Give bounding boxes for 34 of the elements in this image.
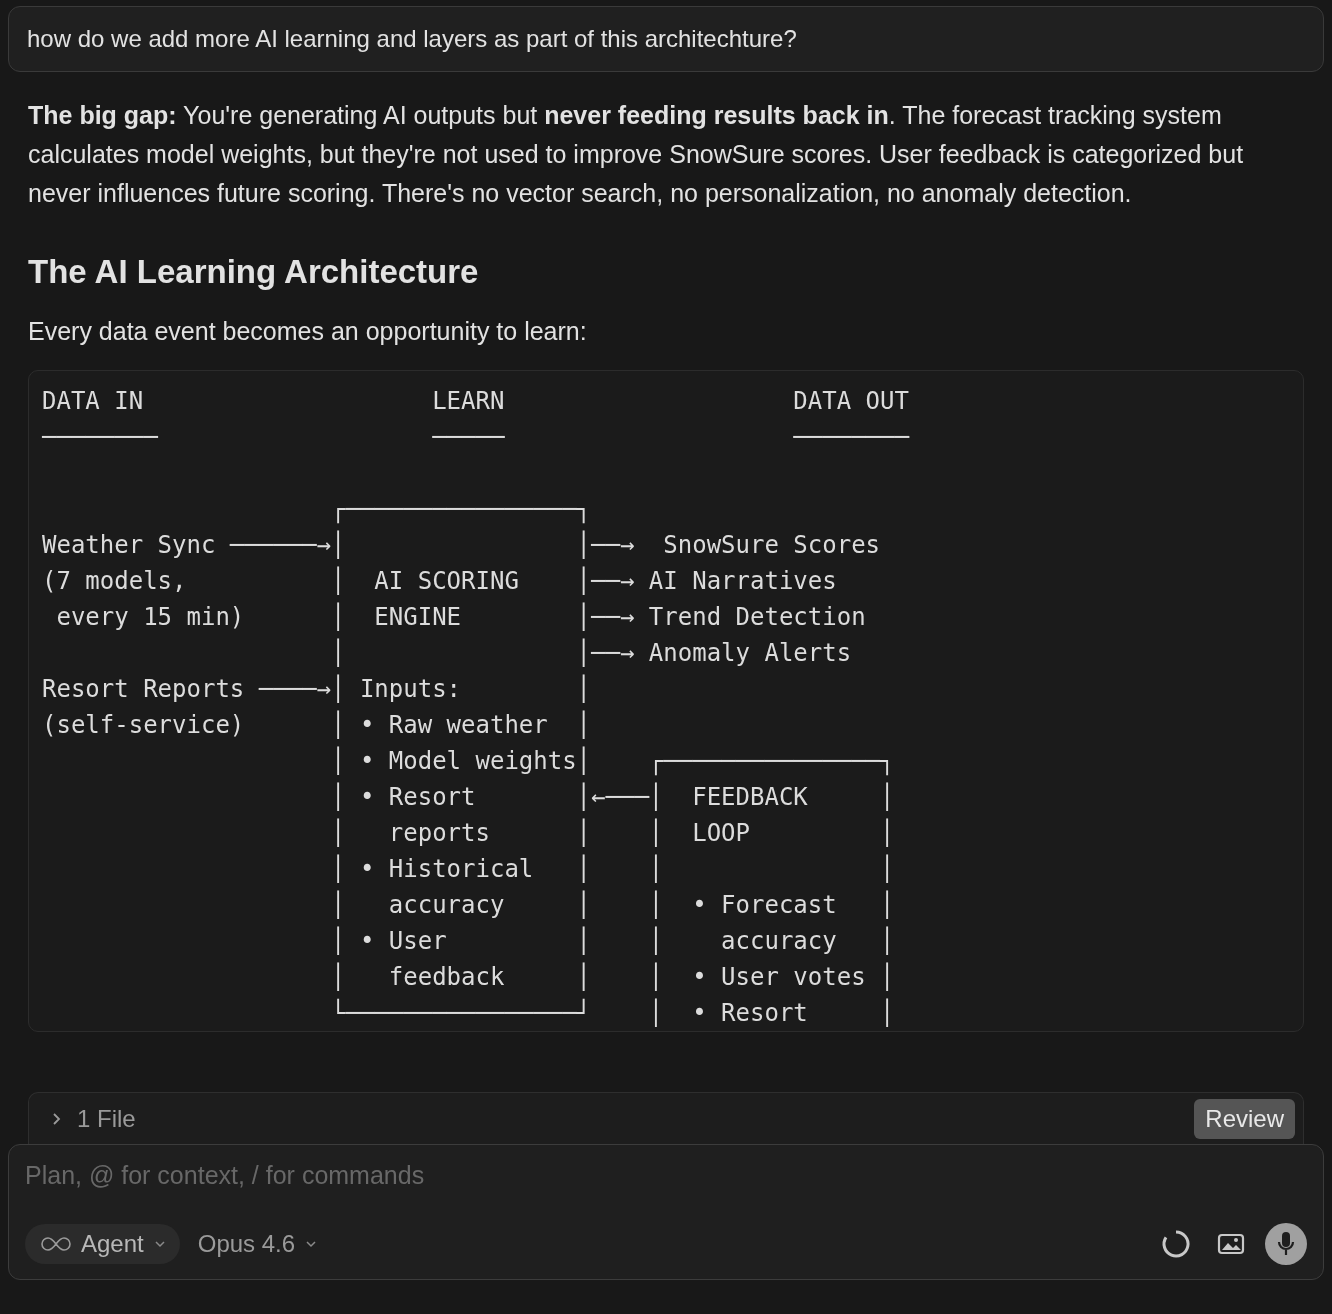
caret-icon <box>305 1240 318 1248</box>
code-line: every 15 min) │ ENGINE │──→ Trend Detection <box>55 601 866 633</box>
microphone-button[interactable] <box>1265 1223 1307 1265</box>
code-line: │ • Resort │←───│ FEEDBACK │ <box>330 781 895 813</box>
code-line: │ • Model weights│ ┌───────────────┐ <box>330 745 895 778</box>
code-line: └────────────────┘ │ • Resort │ <box>330 997 895 1029</box>
infinity-icon <box>41 1236 71 1252</box>
code-line: │ │──→ Anomaly Alerts <box>330 637 852 669</box>
code-line: Weather Sync ──────→│ │──→ SnowSure Scores <box>42 529 881 561</box>
user-message: how do we add more AI learning and layers as part of this architechture? <box>8 6 1324 72</box>
review-button[interactable]: Review <box>1194 1098 1295 1139</box>
model-dropdown[interactable]: Opus 4.6 <box>193 1224 322 1264</box>
microphone-icon <box>1277 1231 1295 1257</box>
code-line: Resort Reports ────→│ Inputs: │ <box>42 673 592 705</box>
chevron-icon <box>51 1111 63 1126</box>
loading-icon[interactable] <box>1161 1229 1191 1259</box>
code-line: │ reports │ │ LOOP │ <box>330 817 895 849</box>
caret-icon <box>153 1240 166 1248</box>
code-line: (7 models, │ AI SCORING │──→ AI Narratives <box>42 565 837 597</box>
section-heading: The AI Learning Architecture <box>28 253 480 291</box>
code-line: (self-service) │ • Raw weather │ <box>42 709 592 741</box>
code-line: ──────── ───── ──────── <box>42 422 909 453</box>
prompt-input[interactable]: Plan, @ for context, / for commands <box>25 1159 1307 1192</box>
answer-paragraph: The big gap: You're generating AI outputs but never feeding results back in. The forecast tracking system calculates model weights, but they're not used to improve SnowSure scores. User feedback is categorized but never influences future scoring. There's no vector search, no personalization, no anomaly detection. <box>28 100 1245 209</box>
code-line: │ • User │ │ accuracy │ <box>330 925 895 957</box>
intro-text: Every data event becomes an opportunity to learn: <box>28 317 588 346</box>
code-line: │ feedback │ │ • User votes │ <box>330 961 895 993</box>
code-line: │ accuracy │ │ • Forecast │ <box>330 889 895 921</box>
code-line: ┌────────────────┐ <box>330 494 592 526</box>
files-toggle[interactable]: 1 File <box>51 1104 136 1133</box>
code-line: DATA IN LEARN DATA OUT <box>42 386 909 417</box>
mode-dropdown[interactable]: Agent <box>25 1224 180 1264</box>
code-line: │ • Historical │ │ │ <box>330 853 895 885</box>
image-icon[interactable] <box>1217 1232 1245 1256</box>
